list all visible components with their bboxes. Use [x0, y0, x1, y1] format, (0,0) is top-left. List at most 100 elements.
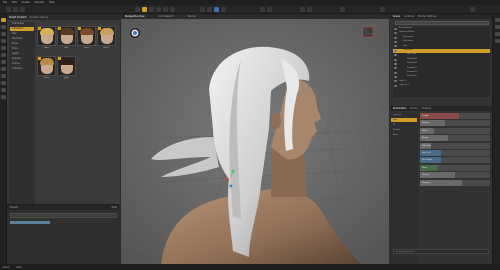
scene-side-tab-icon[interactable] [494, 18, 500, 22]
content-thumbnail[interactable] [37, 26, 56, 46]
camera-icon[interactable] [300, 7, 305, 12]
menu-window[interactable]: Window [35, 1, 44, 4]
scene-tab-icon[interactable] [1, 32, 6, 36]
parameter-slider[interactable]: Wave [420, 127, 490, 134]
layout-icon[interactable] [340, 7, 345, 12]
parameter-group[interactable]: Morphs [391, 128, 417, 132]
scene-item[interactable]: Camera 1 [393, 84, 490, 88]
translate-tool-icon[interactable] [149, 7, 154, 12]
tree-item[interactable]: Characters [10, 22, 34, 26]
parameter-group[interactable]: General [391, 113, 417, 117]
parameters-tab-icon[interactable] [1, 39, 6, 43]
render-side-tab-icon[interactable] [494, 32, 500, 36]
new-icon[interactable] [6, 7, 11, 12]
tree-item[interactable]: Genesis 8 [10, 27, 34, 31]
scene-item[interactable]: Eyebrows [393, 36, 490, 40]
menu-file[interactable]: File [3, 1, 7, 4]
tab-content-library[interactable]: Content Library [30, 16, 49, 19]
tab-scene[interactable]: Scene [393, 15, 400, 18]
tree-item[interactable]: Poses [10, 42, 34, 46]
parameter-group[interactable]: Fit [391, 123, 417, 127]
tab-render-settings[interactable]: Render Settings [418, 15, 436, 18]
smart-content-tab-icon[interactable] [1, 18, 6, 22]
surfaces-side-tab-icon[interactable] [494, 25, 500, 29]
visibility-eye-icon[interactable] [394, 80, 397, 83]
parameter-slider[interactable]: Bangs [420, 135, 490, 142]
tab-render[interactable]: Render [188, 15, 196, 18]
geometry-editor-icon[interactable] [200, 7, 205, 12]
visibility-eye-icon[interactable] [394, 49, 397, 52]
search-icon[interactable] [380, 7, 385, 12]
tree-item[interactable]: Shaders [10, 57, 34, 61]
menu-create[interactable]: Create [22, 1, 30, 4]
scale-tool-icon[interactable] [163, 7, 168, 12]
help-icon[interactable] [470, 7, 475, 12]
viewport-scene[interactable] [121, 19, 389, 264]
node-tool-icon[interactable] [142, 7, 147, 12]
parameter-slider[interactable]: Ponytail [420, 179, 490, 186]
save-icon[interactable] [20, 7, 25, 12]
tab-smart-content[interactable]: Smart Content [9, 16, 27, 19]
visibility-eye-icon[interactable] [394, 45, 397, 48]
parameter-slider[interactable]: Volume [420, 120, 490, 127]
parameter-slider[interactable]: Tuck Left [420, 149, 490, 156]
scene-item[interactable]: Strands D [393, 71, 490, 75]
content-thumbnail[interactable] [57, 56, 76, 76]
scene-item[interactable]: Tear [393, 45, 490, 49]
content-thumbnail[interactable] [77, 26, 96, 46]
scene-item[interactable]: Environment [393, 27, 490, 31]
rotate-tool-icon[interactable] [156, 7, 161, 12]
visibility-eye-icon[interactable] [394, 76, 397, 79]
parameter-group[interactable]: Hair [391, 118, 417, 122]
menu-edit[interactable]: Edit [12, 1, 17, 4]
open-icon[interactable] [13, 7, 18, 12]
visibility-eye-icon[interactable] [394, 71, 397, 74]
scene-item[interactable]: Eyelashes [393, 40, 490, 44]
spot-render-icon[interactable] [221, 7, 226, 12]
tab-parameters[interactable]: Parameters [393, 107, 406, 110]
visibility-eye-icon[interactable] [394, 62, 397, 65]
parameter-slider[interactable]: Length [420, 113, 490, 119]
joint-editor-icon[interactable] [207, 7, 212, 12]
scene-search-input[interactable] [395, 21, 489, 25]
presets-field[interactable] [10, 213, 117, 218]
parameter-search-input[interactable]: Search parameters [393, 249, 489, 254]
scene-item[interactable]: Genesis 8 Male [393, 31, 490, 35]
tree-item[interactable]: Props [10, 47, 34, 51]
universal-tool-icon[interactable] [170, 7, 175, 12]
tab-posing[interactable]: Posing [410, 107, 417, 110]
scene-item[interactable]: Light 1 [393, 80, 490, 84]
select-tool-icon[interactable] [135, 7, 140, 12]
posing-tab-icon[interactable] [1, 81, 6, 85]
scene-item[interactable]: Strands A [393, 58, 490, 62]
render-icon[interactable] [260, 7, 265, 12]
surface-selection-icon[interactable] [214, 7, 219, 12]
content-thumbnail[interactable] [37, 56, 56, 76]
light-icon[interactable] [307, 7, 312, 12]
tree-item[interactable]: Cameras [10, 67, 34, 71]
lights-tab-icon[interactable] [1, 53, 6, 57]
tree-item[interactable]: Hair [10, 32, 34, 36]
visibility-eye-icon[interactable] [394, 54, 397, 57]
shaping-tab-icon[interactable] [1, 88, 6, 92]
content-thumbnail[interactable] [57, 26, 76, 46]
visibility-eye-icon[interactable] [394, 67, 397, 70]
cameras-tab-icon[interactable] [1, 60, 6, 64]
parameter-slider[interactable]: Gravity [420, 172, 490, 179]
scene-item[interactable]: Strands E [393, 75, 490, 79]
visibility-eye-icon[interactable] [394, 32, 397, 35]
visibility-eye-icon[interactable] [394, 58, 397, 61]
scene-item[interactable]: Long Hair [393, 48, 490, 53]
visibility-eye-icon[interactable] [394, 36, 397, 39]
tree-item[interactable]: Lights [10, 52, 34, 56]
tree-item[interactable]: Wardrobe [10, 37, 34, 41]
presets-filter-button[interactable]: Filter [112, 206, 117, 209]
aniblocks-tab-icon[interactable] [1, 74, 6, 78]
tool-settings-tab-icon[interactable] [1, 95, 6, 99]
parameter-slider[interactable]: Tuck Right [420, 157, 490, 164]
tab-perspective-view[interactable]: Perspective View [125, 15, 144, 18]
visibility-eye-icon[interactable] [394, 40, 397, 43]
content-thumbnail[interactable] [97, 26, 116, 46]
view-navigation-ball[interactable] [130, 28, 140, 38]
surfaces-tab-icon[interactable] [1, 46, 6, 50]
